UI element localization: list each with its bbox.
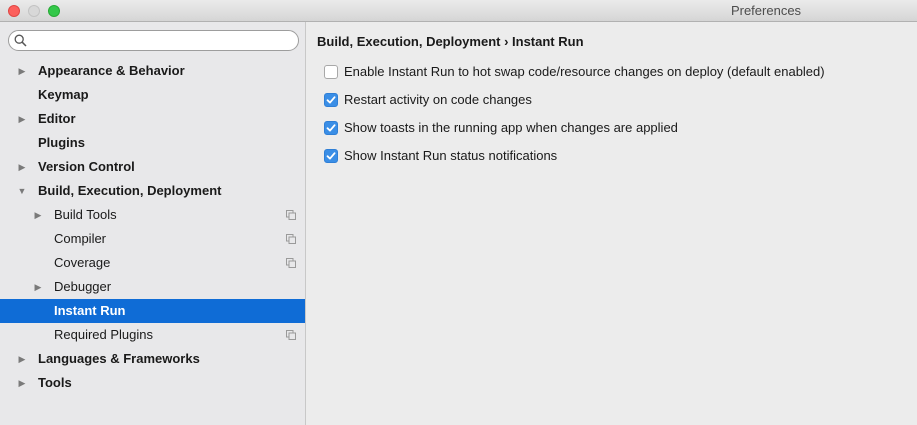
search-box[interactable]	[8, 30, 299, 51]
expand-arrow-right-icon[interactable]: ▶	[16, 371, 28, 395]
checkbox-checked[interactable]	[324, 121, 338, 135]
option-label: Show Instant Run status notifications	[344, 148, 558, 163]
title-bar: Preferences	[0, 0, 917, 22]
sidebar-item-debugger[interactable]: ▶ Debugger	[0, 275, 305, 299]
option-label: Enable Instant Run to hot swap code/reso…	[344, 64, 825, 79]
project-settings-copy-icon	[286, 234, 296, 244]
sidebar-item-build-execution-deployment[interactable]: ▼ Build, Execution, Deployment	[0, 179, 305, 203]
breadcrumb: Build, Execution, Deployment › Instant R…	[317, 34, 584, 49]
option-label: Show toasts in the running app when chan…	[344, 120, 678, 135]
sidebar-item-label: Instant Run	[54, 303, 126, 318]
close-window-button[interactable]	[8, 5, 20, 17]
sidebar-item-label: Plugins	[38, 135, 85, 150]
sidebar-item-appearance-behavior[interactable]: ▶ Appearance & Behavior	[0, 59, 305, 83]
zoom-window-button[interactable]	[48, 5, 60, 17]
sidebar: ▶ Appearance & Behavior Keymap ▶ Editor Plugi…	[0, 22, 306, 425]
search-icon	[14, 34, 27, 47]
content-panel: Build, Execution, Deployment › Instant R…	[306, 22, 917, 425]
sidebar-item-coverage[interactable]: Coverage	[0, 251, 305, 275]
sidebar-item-tools[interactable]: ▶ Tools	[0, 371, 305, 395]
sidebar-item-label: Build, Execution, Deployment	[38, 183, 222, 198]
option-label: Restart activity on code changes	[344, 92, 532, 107]
sidebar-item-languages-frameworks[interactable]: ▶ Languages & Frameworks	[0, 347, 305, 371]
sidebar-item-label: Editor	[38, 111, 76, 126]
checkmark-icon	[326, 124, 336, 132]
expand-arrow-right-icon[interactable]: ▶	[16, 107, 28, 131]
sidebar-item-build-tools[interactable]: ▶ Build Tools	[0, 203, 305, 227]
sidebar-item-label: Debugger	[54, 279, 112, 294]
project-settings-copy-icon	[286, 210, 296, 220]
expand-arrow-right-icon[interactable]: ▶	[32, 275, 44, 299]
expand-arrow-right-icon[interactable]: ▶	[32, 203, 44, 227]
expand-arrow-right-icon[interactable]: ▶	[16, 347, 28, 371]
sidebar-item-editor[interactable]: ▶ Editor	[0, 107, 305, 131]
sidebar-item-label: Coverage	[54, 255, 111, 270]
sidebar-item-version-control[interactable]: ▶ Version Control	[0, 155, 305, 179]
sidebar-item-label: Build Tools	[54, 207, 117, 222]
project-settings-copy-icon	[286, 330, 296, 340]
sidebar-item-compiler[interactable]: Compiler	[0, 227, 305, 251]
sidebar-item-label: Compiler	[54, 231, 107, 246]
sidebar-item-plugins[interactable]: Plugins	[0, 131, 305, 155]
sidebar-item-label: Tools	[38, 375, 72, 390]
sidebar-item-label: Languages & Frameworks	[38, 351, 200, 366]
sidebar-item-instant-run[interactable]: Instant Run	[0, 299, 305, 323]
search-input[interactable]	[31, 33, 291, 48]
sidebar-item-label: Version Control	[38, 159, 135, 174]
checkbox-checked[interactable]	[324, 93, 338, 107]
sidebar-item-label: Keymap	[38, 87, 89, 102]
sidebar-item-label: Required Plugins	[54, 327, 154, 342]
window-title: Preferences	[730, 3, 802, 18]
sidebar-item-required-plugins[interactable]: Required Plugins	[0, 323, 305, 347]
minimize-window-button[interactable]	[28, 5, 40, 17]
checkbox-unchecked[interactable]	[324, 65, 338, 79]
expand-arrow-right-icon[interactable]: ▶	[16, 59, 28, 83]
expand-arrow-right-icon[interactable]: ▶	[16, 155, 28, 179]
expand-arrow-down-icon[interactable]: ▼	[16, 179, 28, 203]
checkmark-icon	[326, 152, 336, 160]
project-settings-copy-icon	[286, 258, 296, 268]
checkmark-icon	[326, 96, 336, 104]
checkbox-checked[interactable]	[324, 149, 338, 163]
sidebar-item-keymap[interactable]: Keymap	[0, 83, 305, 107]
sidebar-item-label: Appearance & Behavior	[38, 63, 185, 78]
